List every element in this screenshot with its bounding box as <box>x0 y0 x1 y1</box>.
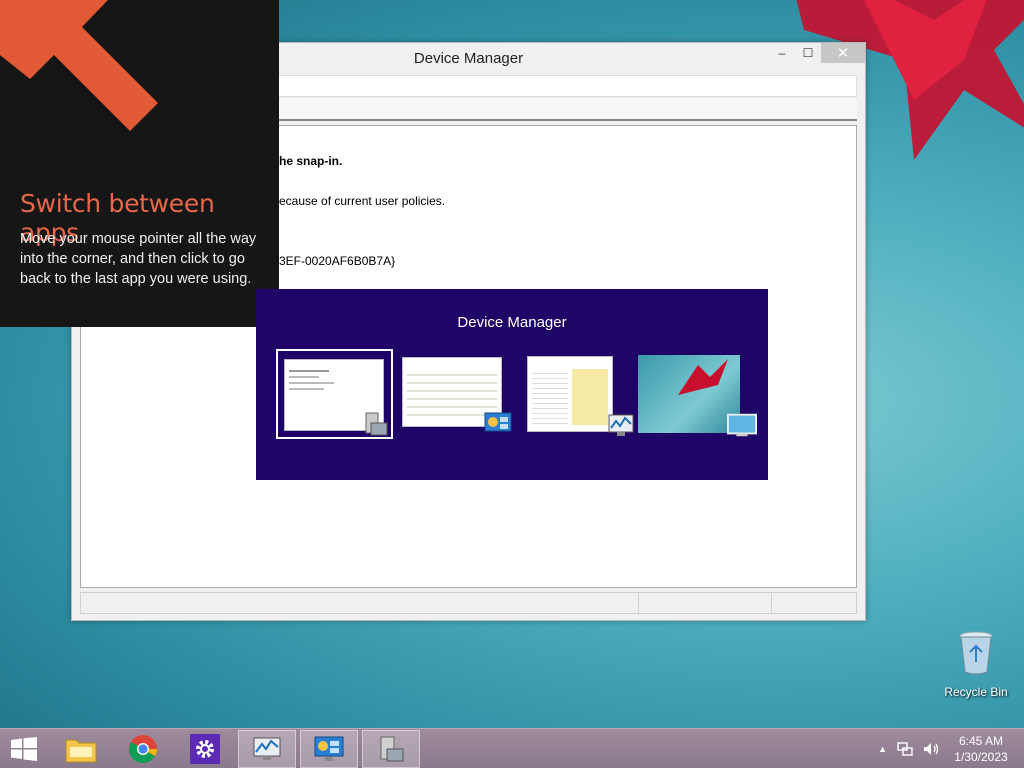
error-clsid: 3EF-0020AF6B0B7A} <box>279 254 396 268</box>
recycle-bin[interactable]: Recycle Bin <box>940 630 1012 699</box>
tip-body: Move your mouse pointer all the way into… <box>20 231 257 287</box>
app-switcher[interactable]: Device Manager <box>256 289 768 480</box>
system-tray: ▲ 6:45 AM 1/30/2023 <box>873 729 1024 768</box>
show-hidden-icons-chevron[interactable]: ▲ <box>878 744 887 754</box>
taskbar-device-manager[interactable] <box>362 730 420 768</box>
start-button[interactable] <box>0 729 48 768</box>
taskbar-control-panel[interactable] <box>300 730 358 768</box>
thumbnail-desktop[interactable] <box>636 349 757 439</box>
chrome-icon <box>129 735 157 763</box>
minimize-button[interactable]: – <box>769 43 795 63</box>
desktop-icon <box>727 411 757 439</box>
taskbar-performance-monitor[interactable] <box>238 730 296 768</box>
windows-logo-icon <box>11 737 37 761</box>
tip-panel: Switch between apps Move your mouse poin… <box>0 0 279 327</box>
thumbnail-control-panel[interactable] <box>396 349 513 439</box>
network-icon[interactable] <box>897 742 913 756</box>
error-heading: he snap-in. <box>279 154 343 168</box>
performance-monitor-icon <box>253 737 281 760</box>
maximize-button[interactable]: ☐ <box>795 43 821 63</box>
thumbnail-device-manager[interactable] <box>276 349 393 439</box>
recycle-bin-icon <box>959 631 993 675</box>
error-message: ecause of current user policies. <box>279 194 446 208</box>
clock[interactable]: 6:45 AM 1/30/2023 <box>946 733 1016 765</box>
control-panel-icon <box>483 411 513 439</box>
taskbar-file-explorer[interactable] <box>52 730 110 768</box>
gear-icon <box>196 740 214 758</box>
folder-icon <box>65 739 97 763</box>
close-button[interactable]: ✕ <box>821 43 865 63</box>
switcher-title: Device Manager <box>457 314 567 331</box>
clock-time: 6:45 AM <box>958 734 1004 748</box>
arrow-up-left-icon <box>0 0 158 131</box>
recycle-bin-label: Recycle Bin <box>944 685 1008 699</box>
taskbar-settings[interactable] <box>176 730 234 768</box>
performance-monitor-icon <box>606 411 636 439</box>
clock-date: 1/30/2023 <box>954 750 1008 764</box>
device-manager-icon <box>380 736 404 762</box>
device-manager-icon <box>361 409 391 437</box>
thumbnail-task-manager[interactable] <box>519 349 636 439</box>
taskbar-chrome[interactable] <box>114 730 172 768</box>
volume-icon[interactable] <box>923 742 941 756</box>
control-panel-icon <box>314 736 344 761</box>
status-bar <box>80 592 857 614</box>
taskbar: ▲ 6:45 AM 1/30/2023 <box>0 728 1024 768</box>
